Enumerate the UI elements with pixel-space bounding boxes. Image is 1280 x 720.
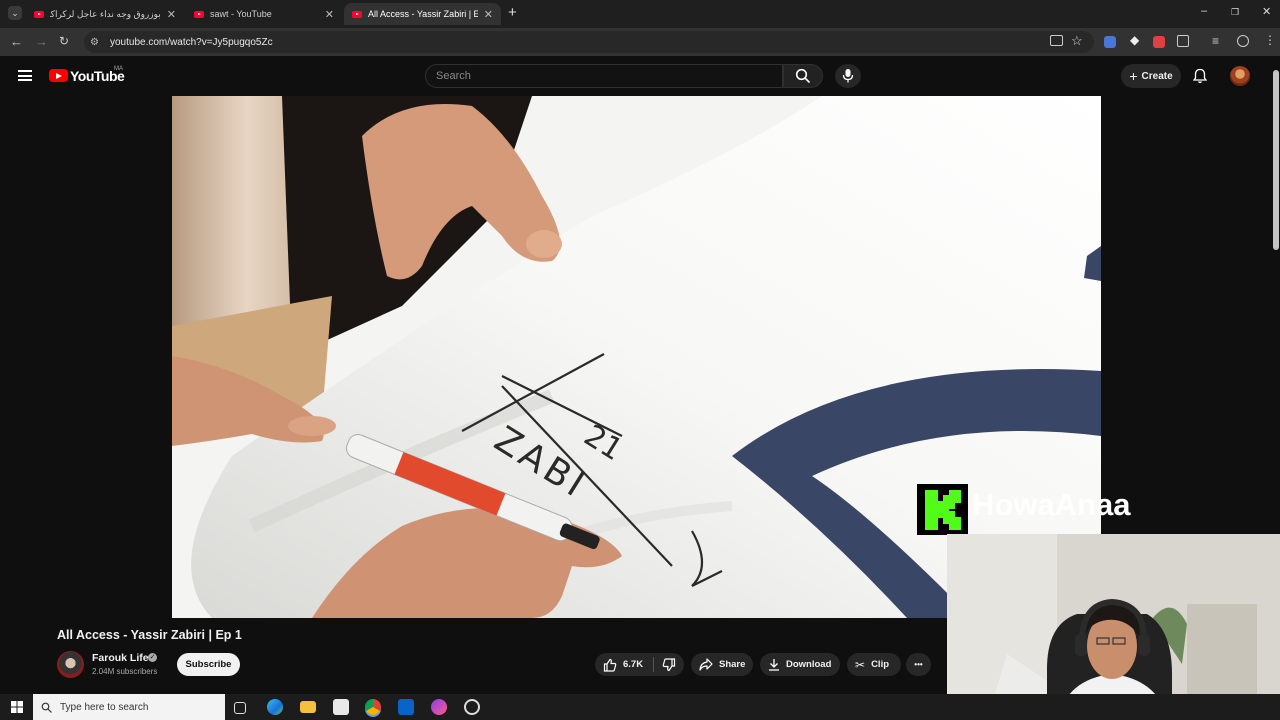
search-button[interactable] bbox=[783, 64, 823, 88]
extensions-puzzle-icon[interactable] bbox=[1177, 35, 1189, 47]
download-icon bbox=[769, 659, 779, 671]
dislike-button[interactable] bbox=[654, 657, 684, 672]
scrollbar-thumb[interactable] bbox=[1273, 70, 1279, 250]
messenger-icon[interactable] bbox=[431, 699, 447, 715]
youtube-favicon-icon bbox=[352, 10, 362, 18]
notifications-bell-icon[interactable] bbox=[1193, 68, 1207, 84]
streamer-username: HowaAnaa bbox=[972, 487, 1131, 522]
chrome-profile-icon[interactable] bbox=[464, 699, 480, 715]
download-button[interactable]: Download bbox=[760, 653, 840, 676]
chrome-menu-icon[interactable]: ⋮ bbox=[1264, 33, 1276, 47]
bookmark-star-icon[interactable]: ☆ bbox=[1071, 33, 1083, 49]
profile-icon[interactable] bbox=[1237, 35, 1249, 47]
more-actions-button[interactable]: ••• bbox=[906, 653, 931, 676]
site-info-icon[interactable]: ⚙ bbox=[90, 37, 104, 48]
install-app-icon[interactable] bbox=[1050, 35, 1063, 46]
reading-list-icon[interactable]: ≡ bbox=[1212, 34, 1219, 48]
address-bar[interactable]: ⚙ youtube.com/watch?v=Jy5pugqo5Zc bbox=[84, 31, 1094, 53]
translate-extension-icon[interactable] bbox=[1104, 36, 1116, 48]
browser-tab-1[interactable]: بوزروق وجه نداء عاجل لركراكي وت ✕ bbox=[26, 3, 184, 25]
reload-icon[interactable]: ↻ bbox=[59, 34, 69, 48]
back-arrow-icon[interactable]: ← bbox=[10, 34, 23, 49]
create-button[interactable]: + Create bbox=[1121, 64, 1181, 88]
menu-hamburger-icon[interactable] bbox=[18, 70, 32, 81]
like-count: 6.7K bbox=[623, 659, 644, 670]
scissors-icon: ✂ bbox=[855, 657, 866, 672]
plus-icon: + bbox=[1129, 68, 1138, 84]
channel-name[interactable]: Farouk Life bbox=[92, 652, 149, 664]
download-label: Download bbox=[786, 659, 832, 670]
chrome-browser-icon[interactable] bbox=[365, 699, 381, 715]
forward-arrow-icon[interactable]: → bbox=[35, 34, 48, 49]
search-input[interactable]: Search bbox=[425, 64, 783, 88]
close-tab-icon[interactable]: ✕ bbox=[325, 8, 334, 21]
tab-title: All Access - Yassir Zabiri | Ep 1 bbox=[368, 9, 478, 19]
thumbs-down-icon bbox=[662, 657, 676, 671]
more-dots-icon: ••• bbox=[914, 660, 923, 669]
browser-tab-strip: ⌄ بوزروق وجه نداء عاجل لركراكي وت ✕ sawt… bbox=[0, 0, 1280, 28]
windows-taskbar: Type here to search bbox=[0, 694, 1280, 720]
extension-diamond-icon[interactable]: ◆ bbox=[1130, 33, 1139, 47]
voice-search-button[interactable] bbox=[835, 64, 861, 88]
microsoft-store-icon[interactable] bbox=[333, 699, 349, 715]
maximize-button[interactable]: ❐ bbox=[1231, 7, 1239, 18]
share-arrow-icon bbox=[699, 658, 713, 671]
clip-label: Clip bbox=[871, 659, 890, 670]
user-avatar[interactable] bbox=[1230, 66, 1250, 86]
country-code: MA bbox=[114, 66, 123, 72]
outlook-icon[interactable] bbox=[398, 699, 414, 715]
file-explorer-icon[interactable] bbox=[300, 701, 316, 713]
url-text: youtube.com/watch?v=Jy5pugqo5Zc bbox=[110, 36, 273, 48]
search-icon bbox=[41, 702, 52, 713]
youtube-favicon-icon bbox=[194, 10, 204, 18]
new-tab-button[interactable]: + bbox=[508, 4, 517, 21]
youtube-favicon-icon bbox=[34, 10, 44, 18]
browser-tab-3[interactable]: All Access - Yassir Zabiri | Ep 1 ✕ bbox=[344, 3, 501, 25]
channel-avatar[interactable] bbox=[57, 651, 84, 678]
share-label: Share bbox=[719, 659, 746, 670]
like-dislike-group: 6.7K bbox=[595, 653, 684, 676]
video-title: All Access - Yassir Zabiri | Ep 1 bbox=[57, 628, 242, 642]
browser-toolbar: ← → ↻ ⚙ youtube.com/watch?v=Jy5pugqo5Zc … bbox=[0, 28, 1280, 56]
red-extension-icon[interactable] bbox=[1153, 36, 1165, 48]
create-label: Create bbox=[1141, 70, 1173, 82]
verified-check-icon: ✓ bbox=[148, 653, 157, 662]
page-scrollbar[interactable] bbox=[1272, 64, 1280, 254]
share-button[interactable]: Share bbox=[691, 653, 753, 676]
youtube-logo-icon[interactable] bbox=[49, 69, 68, 82]
thumbs-up-icon bbox=[603, 658, 617, 672]
close-tab-icon[interactable]: ✕ bbox=[167, 8, 176, 21]
tab-title: sawt - YouTube bbox=[210, 9, 272, 19]
task-view-icon[interactable] bbox=[234, 702, 246, 714]
taskbar-search-input[interactable]: Type here to search bbox=[33, 694, 225, 720]
search-icon bbox=[795, 68, 811, 84]
taskbar-search-placeholder: Type here to search bbox=[60, 701, 149, 713]
minimize-button[interactable]: – bbox=[1201, 5, 1207, 17]
microphone-icon bbox=[842, 69, 854, 83]
clip-button[interactable]: ✂ Clip bbox=[847, 653, 901, 676]
subscribe-button[interactable]: Subscribe bbox=[177, 653, 240, 676]
streamer-webcam bbox=[947, 534, 1280, 720]
browser-tab-2[interactable]: sawt - YouTube ✕ bbox=[186, 3, 342, 25]
youtube-header: YouTube MA Search + Create bbox=[0, 56, 1280, 96]
like-button[interactable]: 6.7K bbox=[595, 658, 653, 672]
windows-start-icon[interactable] bbox=[11, 701, 23, 713]
tab-search-icon[interactable]: ⌄ bbox=[8, 6, 22, 20]
kick-logo-icon bbox=[917, 484, 968, 535]
tab-title: بوزروق وجه نداء عاجل لركراكي وت bbox=[50, 8, 161, 19]
subscriber-count: 2.04M subscribers bbox=[92, 667, 158, 676]
edge-browser-icon[interactable] bbox=[267, 699, 283, 715]
close-window-button[interactable]: ✕ bbox=[1262, 5, 1271, 18]
close-tab-icon[interactable]: ✕ bbox=[484, 8, 493, 21]
